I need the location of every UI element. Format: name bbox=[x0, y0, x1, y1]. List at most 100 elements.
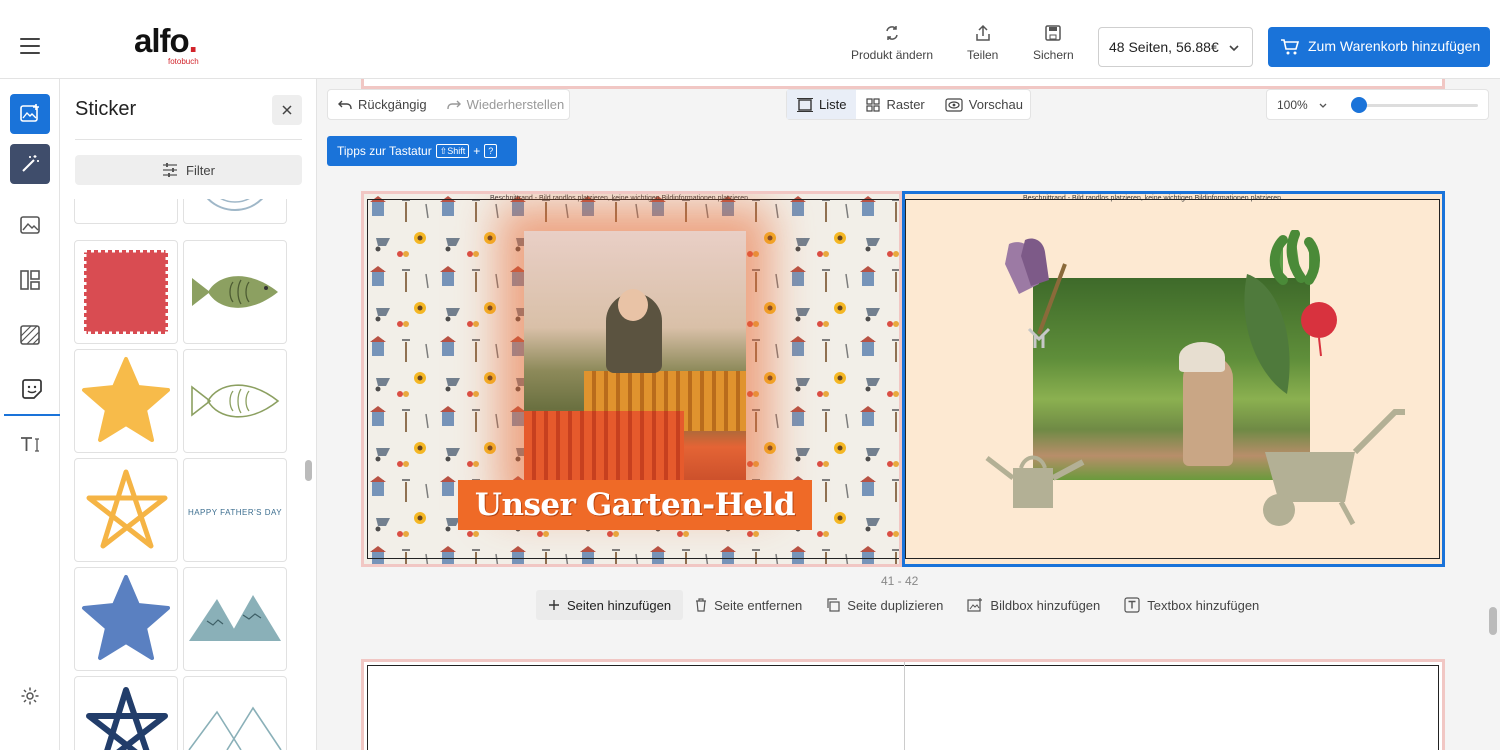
sticker-fish-outline[interactable] bbox=[183, 349, 287, 453]
filter-button[interactable]: Filter bbox=[75, 155, 302, 185]
zoom-control: 100% bbox=[1266, 89, 1489, 120]
duplicate-page-button[interactable]: Seite duplizieren bbox=[814, 590, 955, 620]
redo-icon bbox=[446, 100, 461, 109]
editor-canvas: Rückgängig Wiederherstellen Liste Raster… bbox=[317, 79, 1500, 750]
share-button[interactable]: Teilen bbox=[967, 24, 998, 62]
pages-price-select[interactable]: 48 Seiten, 56.88€ bbox=[1098, 27, 1253, 67]
page-left[interactable]: Beschnittrand - Bild randlos platzieren,… bbox=[361, 191, 902, 567]
chevron-down-icon bbox=[1229, 45, 1239, 52]
cart-icon bbox=[1281, 39, 1300, 55]
stickers-button[interactable] bbox=[4, 364, 60, 416]
child-head bbox=[618, 289, 648, 321]
add-textbox-button[interactable]: Textbox hinzufügen bbox=[1112, 590, 1271, 620]
page-right[interactable]: Beschnittrand - Bild randlos platzieren,… bbox=[902, 191, 1445, 567]
add-image-icon bbox=[967, 598, 983, 612]
next-spread[interactable] bbox=[361, 659, 1445, 750]
canvas-scrollbar[interactable] bbox=[1489, 607, 1497, 635]
view-toolbar: Liste Raster Vorschau bbox=[786, 89, 1031, 120]
panel-title: Sticker bbox=[75, 98, 137, 120]
panel-scrollbar[interactable] bbox=[305, 460, 312, 481]
share-icon bbox=[975, 24, 990, 41]
view-list-button[interactable]: Liste bbox=[787, 90, 857, 119]
zoom-select[interactable]: 100% bbox=[1277, 98, 1308, 112]
sticker-circle-outline[interactable] bbox=[183, 199, 287, 224]
view-grid-button[interactable]: Raster bbox=[856, 90, 934, 119]
gloves-and-fork-sticker[interactable] bbox=[999, 234, 1079, 354]
spread-fold bbox=[904, 662, 905, 750]
zoom-slider-knob[interactable] bbox=[1351, 97, 1367, 113]
textbox-icon bbox=[1124, 597, 1140, 613]
magic-wand-icon bbox=[22, 155, 39, 172]
view-grid-label: Raster bbox=[886, 97, 925, 112]
sticker-mountains-outline[interactable] bbox=[183, 676, 287, 750]
text-icon bbox=[21, 437, 39, 452]
undo-button[interactable]: Rückgängig bbox=[328, 90, 437, 119]
layout-icon bbox=[20, 270, 40, 290]
sticker-red-stamp[interactable] bbox=[74, 240, 178, 344]
add-pages-button[interactable]: Seiten hinzufügen bbox=[536, 590, 684, 620]
watering-can-sticker[interactable] bbox=[983, 448, 1093, 518]
sticker-yellow-star[interactable] bbox=[74, 349, 178, 453]
sticker-green-fish[interactable] bbox=[183, 240, 287, 344]
undo-label: Rückgängig bbox=[358, 97, 427, 112]
tool-rail bbox=[0, 79, 60, 750]
sticker-grid: HAPPY FATHER'S DAY bbox=[74, 199, 288, 750]
close-icon bbox=[282, 105, 292, 115]
child-hat bbox=[1179, 342, 1225, 372]
zoom-slider-track[interactable] bbox=[1356, 104, 1478, 107]
text-button[interactable] bbox=[10, 424, 50, 464]
add-imagebox-button[interactable]: Bildbox hinzufügen bbox=[955, 590, 1112, 620]
page-spread[interactable]: Beschnittrand - Bild randlos platzieren,… bbox=[361, 191, 1445, 567]
sticker-mountains[interactable] bbox=[183, 567, 287, 671]
title-textbox[interactable]: Unser Garten-Held bbox=[458, 480, 812, 530]
trim-line-next bbox=[367, 665, 1439, 750]
sticker-blue-star[interactable] bbox=[74, 567, 178, 671]
layouts-button[interactable] bbox=[10, 260, 50, 300]
filter-label: Filter bbox=[186, 162, 215, 178]
logo[interactable]: alfo. fotobuch bbox=[134, 22, 199, 66]
view-preview-button[interactable]: Vorschau bbox=[935, 90, 1033, 119]
question-key: ? bbox=[484, 144, 498, 158]
settings-button[interactable] bbox=[10, 676, 50, 716]
add-to-cart-button[interactable]: Zum Warenkorb hinzufügen bbox=[1268, 27, 1490, 67]
save-button[interactable]: Sichern bbox=[1033, 24, 1074, 62]
redo-button[interactable]: Wiederherstellen bbox=[437, 90, 575, 119]
history-toolbar: Rückgängig Wiederherstellen bbox=[327, 89, 570, 120]
gear-icon bbox=[21, 687, 39, 705]
page-number: 41 - 42 bbox=[881, 574, 919, 588]
child-figure bbox=[1183, 356, 1233, 466]
keyboard-tips-button[interactable]: Tipps zur Tastatur ⇧Shift + ? bbox=[327, 136, 517, 166]
menu-icon[interactable] bbox=[20, 38, 40, 54]
backgrounds-button[interactable] bbox=[10, 315, 50, 355]
photo-child-with-apple[interactable] bbox=[524, 231, 746, 485]
duplicate-page-label: Seite duplizieren bbox=[847, 597, 944, 613]
shift-key: ⇧Shift bbox=[435, 144, 470, 158]
grid-view-icon bbox=[866, 97, 881, 112]
sticker-drawn-star[interactable] bbox=[74, 458, 178, 562]
previous-spread bbox=[361, 79, 1445, 89]
sticker-fathers-day[interactable]: HAPPY FATHER'S DAY bbox=[183, 458, 287, 562]
sticker-navy-star[interactable] bbox=[74, 676, 178, 750]
background-icon bbox=[20, 325, 40, 345]
add-imagebox-label: Bildbox hinzufügen bbox=[990, 597, 1101, 613]
remove-page-button[interactable]: Seite entfernen bbox=[683, 590, 814, 620]
add-photo-button[interactable] bbox=[10, 94, 50, 134]
redo-label: Wiederherstellen bbox=[466, 97, 565, 112]
change-product-button[interactable]: Produkt ändern bbox=[851, 24, 933, 62]
sticker-blue-stamp[interactable] bbox=[74, 199, 178, 224]
view-preview-label: Vorschau bbox=[968, 97, 1023, 112]
chevron-down-icon bbox=[1319, 103, 1327, 108]
close-panel-button[interactable] bbox=[272, 95, 302, 125]
add-photo-icon bbox=[20, 104, 39, 122]
add-textbox-label: Textbox hinzufügen bbox=[1147, 597, 1260, 613]
logo-text: alfo bbox=[134, 22, 190, 59]
trash-icon bbox=[696, 598, 707, 612]
save-icon bbox=[1045, 25, 1062, 41]
refresh-icon bbox=[886, 26, 898, 40]
sticker-icon bbox=[22, 379, 42, 399]
wheelbarrow-sticker[interactable] bbox=[1245, 402, 1405, 532]
magic-button[interactable] bbox=[10, 144, 50, 184]
add-to-cart-label: Zum Warenkorb hinzufügen bbox=[1308, 38, 1481, 54]
images-button[interactable] bbox=[10, 205, 50, 245]
top-bar: alfo. fotobuch Produkt ändern Teilen Sic… bbox=[0, 0, 1500, 79]
